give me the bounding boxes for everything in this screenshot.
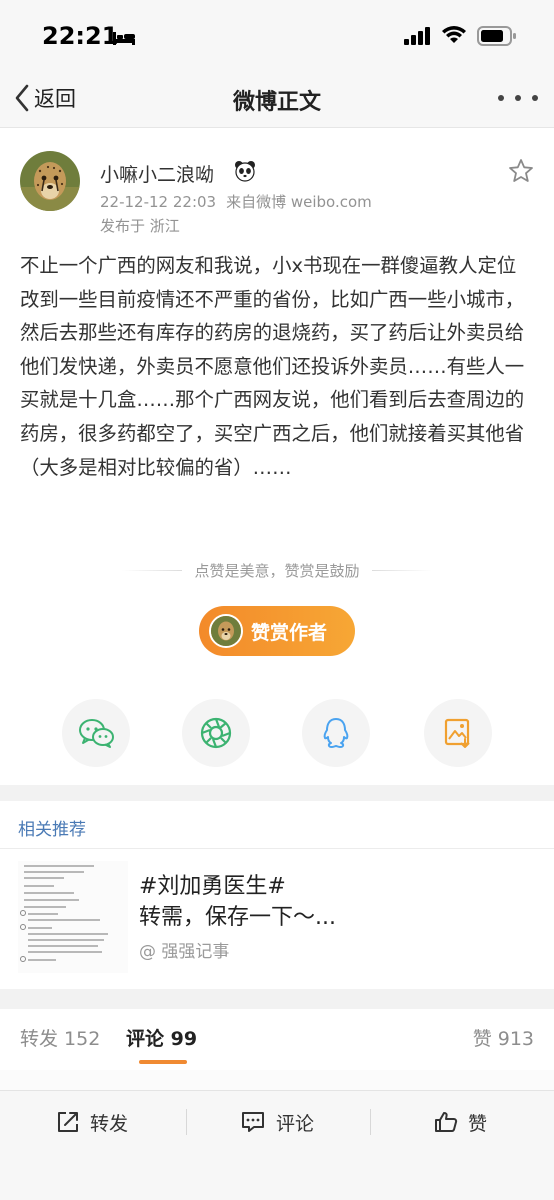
reward-divider: 点赞是美意，赞赏是鼓励	[0, 560, 554, 581]
favorite-star-icon[interactable]	[508, 158, 534, 184]
author-name[interactable]: 小嘛小二浪呦	[100, 160, 214, 187]
comment-label: 评论	[276, 1112, 315, 1135]
panda-icon	[235, 161, 255, 182]
divider	[186, 1109, 187, 1135]
share-wechat-button[interactable]	[62, 699, 130, 767]
save-image-button[interactable]	[424, 699, 492, 767]
post-location: 发布于 浙江	[100, 217, 180, 235]
related-thumbnail	[18, 861, 128, 973]
reward-button-label: 赞赏作者	[251, 621, 328, 644]
cheetah-avatar-image	[20, 151, 80, 211]
more-dot-icon	[532, 95, 538, 101]
related-source: @ 强强记事	[139, 942, 230, 962]
wechat-icon	[79, 719, 114, 748]
moments-icon	[200, 717, 232, 749]
nav-bar: 返回 微博正文	[0, 70, 554, 128]
post-source: 来自微博 weibo.com	[226, 193, 372, 211]
related-title: 相关推荐	[18, 820, 86, 840]
section-gap	[0, 785, 554, 801]
comment-icon	[242, 1112, 264, 1132]
reward-author-button[interactable]: 赞赏作者	[199, 606, 355, 656]
divider-line	[371, 570, 432, 571]
status-bar: 22:21	[0, 0, 554, 70]
reward-slogan: 点赞是美意，赞赏是鼓励	[194, 562, 360, 580]
share-qq-button[interactable]	[302, 699, 370, 767]
status-time: 22:21	[42, 22, 119, 50]
divider-line	[122, 570, 183, 571]
post-text: 不止一个广西的网友和我说，小x书现在一群傻逼教人定位改到一些目前疫情还不严重的省…	[20, 254, 525, 479]
qq-icon	[323, 718, 349, 748]
related-headline: #刘加勇医生# 转需，保存一下～...	[139, 871, 519, 933]
wifi-icon	[442, 26, 466, 43]
tab-repost[interactable]: 转发 152	[20, 1024, 100, 1051]
repost-icon	[58, 1112, 78, 1132]
cellular-signal-icon	[404, 27, 430, 45]
like-button[interactable]: 赞	[434, 1107, 487, 1137]
share-moments-button[interactable]	[182, 699, 250, 767]
list-peek	[0, 1070, 554, 1090]
section-gap	[0, 989, 554, 1009]
related-card[interactable]: #刘加勇医生# 转需，保存一下～... @ 强强记事	[0, 849, 554, 989]
post-meta: 22-12-12 22:03 来自微博 weibo.com	[100, 191, 382, 212]
battery-icon	[477, 26, 516, 46]
save-image-icon	[444, 718, 470, 748]
document-thumbnail-image	[18, 861, 128, 973]
repost-button[interactable]: 转发	[56, 1107, 128, 1137]
active-tab-indicator	[139, 1060, 187, 1064]
more-options-button[interactable]	[498, 84, 538, 112]
tab-comment[interactable]: 评论 99	[126, 1024, 197, 1051]
related-headline-text: #刘加勇医生# 转需，保存一下～...	[139, 874, 336, 930]
thumbs-up-icon	[435, 1112, 458, 1132]
reward-avatar	[209, 614, 243, 648]
interaction-tabs: 转发 152 评论 99 赞 913	[0, 1008, 554, 1068]
more-dot-icon	[498, 95, 504, 101]
more-dot-icon	[515, 95, 521, 101]
author-avatar[interactable]	[20, 151, 80, 211]
cheetah-avatar-image	[211, 616, 241, 646]
post-timestamp: 22-12-12 22:03	[100, 193, 217, 211]
comment-button[interactable]: 评论	[240, 1107, 314, 1137]
page-title: 微博正文	[232, 90, 321, 115]
bottom-action-bar: 转发 评论 赞	[0, 1090, 554, 1200]
sleep-mode-icon	[113, 32, 135, 45]
repost-label: 转发	[90, 1112, 129, 1135]
share-row	[0, 699, 554, 769]
tab-like[interactable]: 赞 913	[473, 1024, 534, 1051]
divider	[370, 1109, 371, 1135]
like-label: 赞	[468, 1112, 488, 1135]
